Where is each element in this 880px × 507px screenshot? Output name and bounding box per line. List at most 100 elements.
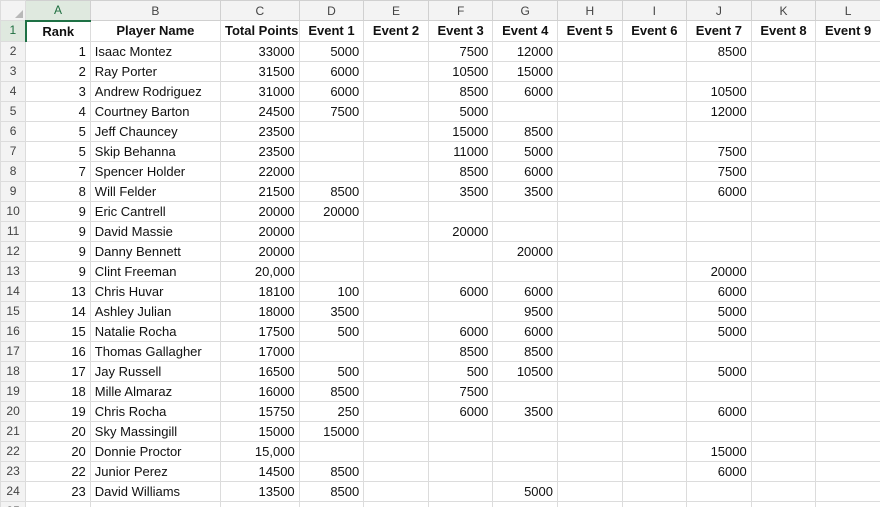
cell[interactable]: 6000 — [686, 280, 752, 302]
column-header-a[interactable]: A — [25, 0, 91, 22]
cell[interactable] — [492, 200, 558, 222]
select-all-corner[interactable] — [0, 0, 27, 21]
cell[interactable]: 100 — [298, 280, 365, 302]
cell[interactable]: 12000 — [686, 100, 752, 122]
column-header-e[interactable]: E — [363, 0, 429, 21]
cell[interactable] — [556, 140, 623, 162]
cell[interactable] — [750, 320, 817, 342]
cell[interactable]: Natalie Rocha — [89, 320, 221, 342]
cell[interactable]: 11000 — [427, 140, 494, 162]
row-header-13[interactable]: 13 — [0, 260, 27, 282]
cell[interactable] — [363, 260, 429, 282]
cell[interactable] — [686, 60, 752, 82]
cell[interactable] — [556, 320, 623, 342]
cell[interactable]: 6000 — [492, 80, 558, 102]
cell[interactable]: Ashley Julian — [89, 300, 221, 322]
cell[interactable] — [750, 80, 817, 102]
cell[interactable]: 6000 — [492, 280, 558, 302]
cell[interactable] — [750, 460, 817, 482]
cell[interactable] — [621, 360, 688, 382]
row-header-11[interactable]: 11 — [0, 220, 27, 242]
cell[interactable]: 5000 — [492, 480, 558, 502]
cell[interactable]: 15750 — [219, 400, 300, 422]
cell[interactable] — [815, 360, 880, 382]
cell[interactable] — [621, 100, 688, 122]
cell[interactable]: Spencer Holder — [89, 160, 221, 182]
column-header-f[interactable]: F — [427, 0, 494, 21]
cell[interactable]: 6000 — [492, 160, 558, 182]
cell[interactable] — [492, 100, 558, 122]
cell[interactable]: 6000 — [427, 400, 494, 422]
cell[interactable] — [219, 500, 300, 507]
cell[interactable]: 20000 — [219, 200, 300, 222]
cell[interactable]: 15000 — [492, 60, 558, 82]
row-header-25[interactable]: 25 — [0, 500, 27, 507]
column-header-i[interactable]: I — [621, 0, 688, 21]
cell[interactable]: 14500 — [219, 460, 300, 482]
cell[interactable] — [363, 300, 429, 322]
cell[interactable] — [298, 440, 365, 462]
cell[interactable]: 5000 — [427, 100, 494, 122]
row-header-24[interactable]: 24 — [0, 480, 27, 502]
cell[interactable] — [750, 140, 817, 162]
cell[interactable] — [363, 500, 429, 507]
cell[interactable] — [815, 220, 880, 242]
column-header-g[interactable]: G — [492, 0, 558, 21]
cell[interactable] — [815, 320, 880, 342]
cell[interactable] — [556, 180, 623, 202]
cell[interactable] — [750, 500, 817, 507]
row-header-20[interactable]: 20 — [0, 400, 27, 422]
cell[interactable]: 14 — [25, 300, 91, 322]
cell[interactable] — [621, 380, 688, 402]
cell[interactable]: 20 — [25, 420, 91, 442]
cell[interactable] — [815, 140, 880, 162]
cell[interactable] — [298, 500, 365, 507]
cell[interactable]: 15000 — [298, 420, 365, 442]
cell[interactable]: 8500 — [427, 340, 494, 362]
cell[interactable]: 24500 — [219, 100, 300, 122]
cell[interactable]: 6000 — [686, 400, 752, 422]
cell[interactable] — [363, 180, 429, 202]
cell[interactable] — [621, 60, 688, 82]
cell[interactable]: 3500 — [298, 300, 365, 322]
cell[interactable] — [556, 360, 623, 382]
cell[interactable] — [621, 140, 688, 162]
cell[interactable] — [556, 80, 623, 102]
column-title-cell[interactable]: Event 6 — [621, 20, 688, 42]
cell[interactable]: 3500 — [427, 180, 494, 202]
cell[interactable] — [363, 480, 429, 502]
cell[interactable]: 7500 — [686, 140, 752, 162]
cell[interactable]: 6000 — [298, 80, 365, 102]
column-header-b[interactable]: B — [89, 0, 221, 21]
cell[interactable] — [363, 340, 429, 362]
cell[interactable] — [686, 380, 752, 402]
column-title-cell[interactable]: Total Points — [219, 20, 300, 42]
cell[interactable] — [556, 220, 623, 242]
row-header-18[interactable]: 18 — [0, 360, 27, 382]
cell[interactable] — [556, 340, 623, 362]
cell[interactable] — [621, 340, 688, 362]
cell[interactable]: 5000 — [686, 360, 752, 382]
cell[interactable] — [363, 100, 429, 122]
row-header-21[interactable]: 21 — [0, 420, 27, 442]
cell[interactable] — [363, 360, 429, 382]
cell[interactable] — [621, 480, 688, 502]
cell[interactable] — [686, 200, 752, 222]
cell[interactable] — [621, 180, 688, 202]
cell[interactable] — [556, 500, 623, 507]
cell[interactable]: 500 — [427, 360, 494, 382]
cell[interactable] — [363, 220, 429, 242]
cell[interactable]: 20000 — [219, 220, 300, 242]
cell[interactable]: 3500 — [492, 400, 558, 422]
cell[interactable]: 20000 — [298, 200, 365, 222]
cell[interactable]: 22 — [25, 460, 91, 482]
cell[interactable] — [556, 240, 623, 262]
cell[interactable]: 7500 — [427, 380, 494, 402]
cell[interactable] — [815, 40, 880, 62]
cell[interactable] — [427, 260, 494, 282]
cell[interactable]: 6000 — [686, 460, 752, 482]
column-header-k[interactable]: K — [750, 0, 817, 21]
cell[interactable] — [686, 240, 752, 262]
cell[interactable]: 6000 — [298, 60, 365, 82]
cell[interactable] — [621, 420, 688, 442]
